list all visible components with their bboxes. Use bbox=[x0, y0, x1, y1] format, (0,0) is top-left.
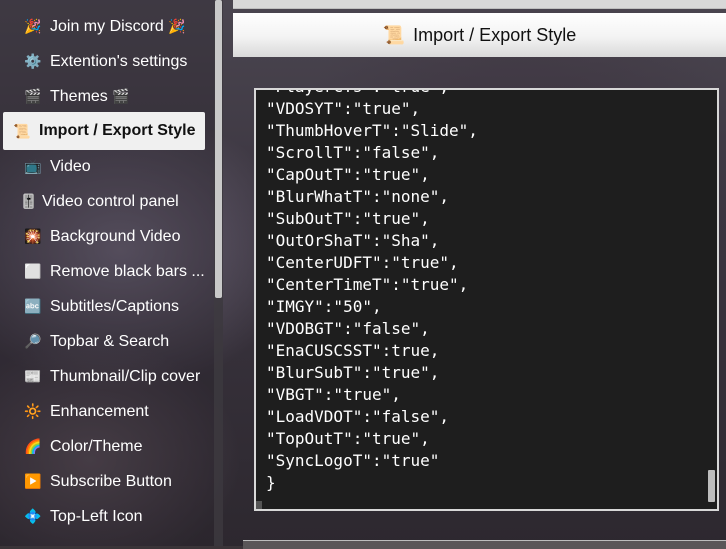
play-button-icon: ▶️ bbox=[24, 473, 42, 489]
sidebar-item-topbar-search[interactable]: 🔎 Topbar & Search bbox=[0, 324, 214, 359]
sidebar-item-video[interactable]: 📺 Video bbox=[0, 149, 214, 184]
scroll-icon: 📜 bbox=[382, 24, 406, 45]
film-icon: 🎬 bbox=[112, 88, 130, 104]
top-panel-edge bbox=[233, 0, 726, 9]
sidebar-item-label: Thumbnail/Clip cover bbox=[50, 367, 201, 385]
newspaper-icon: 📰 bbox=[24, 368, 42, 384]
sidebar-item-label: Topbar & Search bbox=[50, 332, 170, 350]
sidebar-item-top-left-icon[interactable]: 💠 Top-Left Icon bbox=[0, 499, 214, 534]
page-title: Import / Export Style bbox=[413, 24, 577, 45]
sidebar-item-enhancement[interactable]: 🔆 Enhancement bbox=[0, 394, 214, 429]
sidebar-item-color-theme[interactable]: 🌈 Color/Theme bbox=[0, 429, 214, 464]
rainbow-icon: 🌈 bbox=[24, 438, 42, 454]
sidebar-item-label: Extention's settings bbox=[50, 52, 188, 70]
textarea-scrollbar-thumb[interactable] bbox=[708, 470, 715, 502]
film-icon: 🎬 bbox=[24, 88, 42, 104]
tv-icon: 📺 bbox=[24, 158, 42, 174]
party-popper-icon: 🎉 bbox=[168, 18, 186, 34]
remote-icon: 🎚️ bbox=[20, 193, 38, 209]
gear-icon: ⚙️ bbox=[24, 53, 42, 69]
bottom-panel-edge bbox=[243, 540, 726, 549]
square-icon: ⬜ bbox=[24, 263, 42, 279]
sidebar-item-label: Join my Discord bbox=[50, 17, 164, 35]
sidebar-item-settings[interactable]: ⚙️ Extention's settings bbox=[0, 44, 214, 79]
sidebar-item-label: Subtitles/Captions bbox=[50, 297, 179, 315]
sidebar-item-label: Video control panel bbox=[42, 192, 179, 210]
magnifier-icon: 🔎 bbox=[24, 333, 42, 349]
sidebar-item-label: Enhancement bbox=[50, 402, 149, 420]
sidebar-item-thumbnail[interactable]: 📰 Thumbnail/Clip cover bbox=[0, 359, 214, 394]
sparkle-icon: 🔆 bbox=[24, 403, 42, 419]
sidebar-item-remove-black-bars[interactable]: ⬜ Remove black bars ... bbox=[0, 254, 214, 289]
sidebar-item-discord[interactable]: 🎉 Join my Discord 🎉 bbox=[0, 9, 214, 44]
sidebar-item-background-video[interactable]: 🎇 Background Video bbox=[0, 219, 214, 254]
sidebar-item-label: Top-Left Icon bbox=[50, 507, 143, 525]
sidebar-item-subscribe-button[interactable]: ▶️ Subscribe Button bbox=[0, 464, 214, 499]
party-popper-icon: 🎉 bbox=[24, 18, 42, 34]
sidebar-item-label: Remove black bars ... bbox=[50, 262, 205, 280]
section-header: 📜 Import / Export Style bbox=[233, 13, 726, 57]
diamond-icon: 💠 bbox=[24, 508, 42, 524]
style-json-content[interactable]: "PlayerCTs":"true", "VDOSYT":"true", "Th… bbox=[266, 90, 478, 494]
sidebar-item-video-control-panel[interactable]: 🎚️ Video control panel bbox=[0, 184, 214, 219]
sidebar-item-label: Background Video bbox=[50, 227, 181, 245]
scroll-icon: 📜 bbox=[13, 122, 31, 139]
textarea-resize-corner[interactable] bbox=[256, 501, 262, 509]
sidebar-item-label: Subscribe Button bbox=[50, 472, 172, 490]
sidebar: 🎉 Join my Discord 🎉 ⚙️ Extention's setti… bbox=[0, 0, 214, 546]
captions-icon: 🔤 bbox=[24, 298, 42, 314]
sidebar-item-label: Video bbox=[50, 157, 91, 175]
sparkler-icon: 🎇 bbox=[24, 228, 42, 244]
sidebar-scrollbar-thumb[interactable] bbox=[215, 0, 222, 298]
style-json-textarea[interactable]: "PlayerCTs":"true", "VDOSYT":"true", "Th… bbox=[254, 88, 719, 511]
sidebar-item-label: Import / Export Style bbox=[39, 122, 196, 139]
sidebar-item-import-export[interactable]: 📜 Import / Export Style bbox=[3, 112, 205, 150]
sidebar-item-label: Themes bbox=[50, 87, 108, 105]
sidebar-item-themes[interactable]: 🎬 Themes 🎬 bbox=[0, 79, 214, 114]
sidebar-item-subtitles[interactable]: 🔤 Subtitles/Captions bbox=[0, 289, 214, 324]
sidebar-item-label: Color/Theme bbox=[50, 437, 143, 455]
